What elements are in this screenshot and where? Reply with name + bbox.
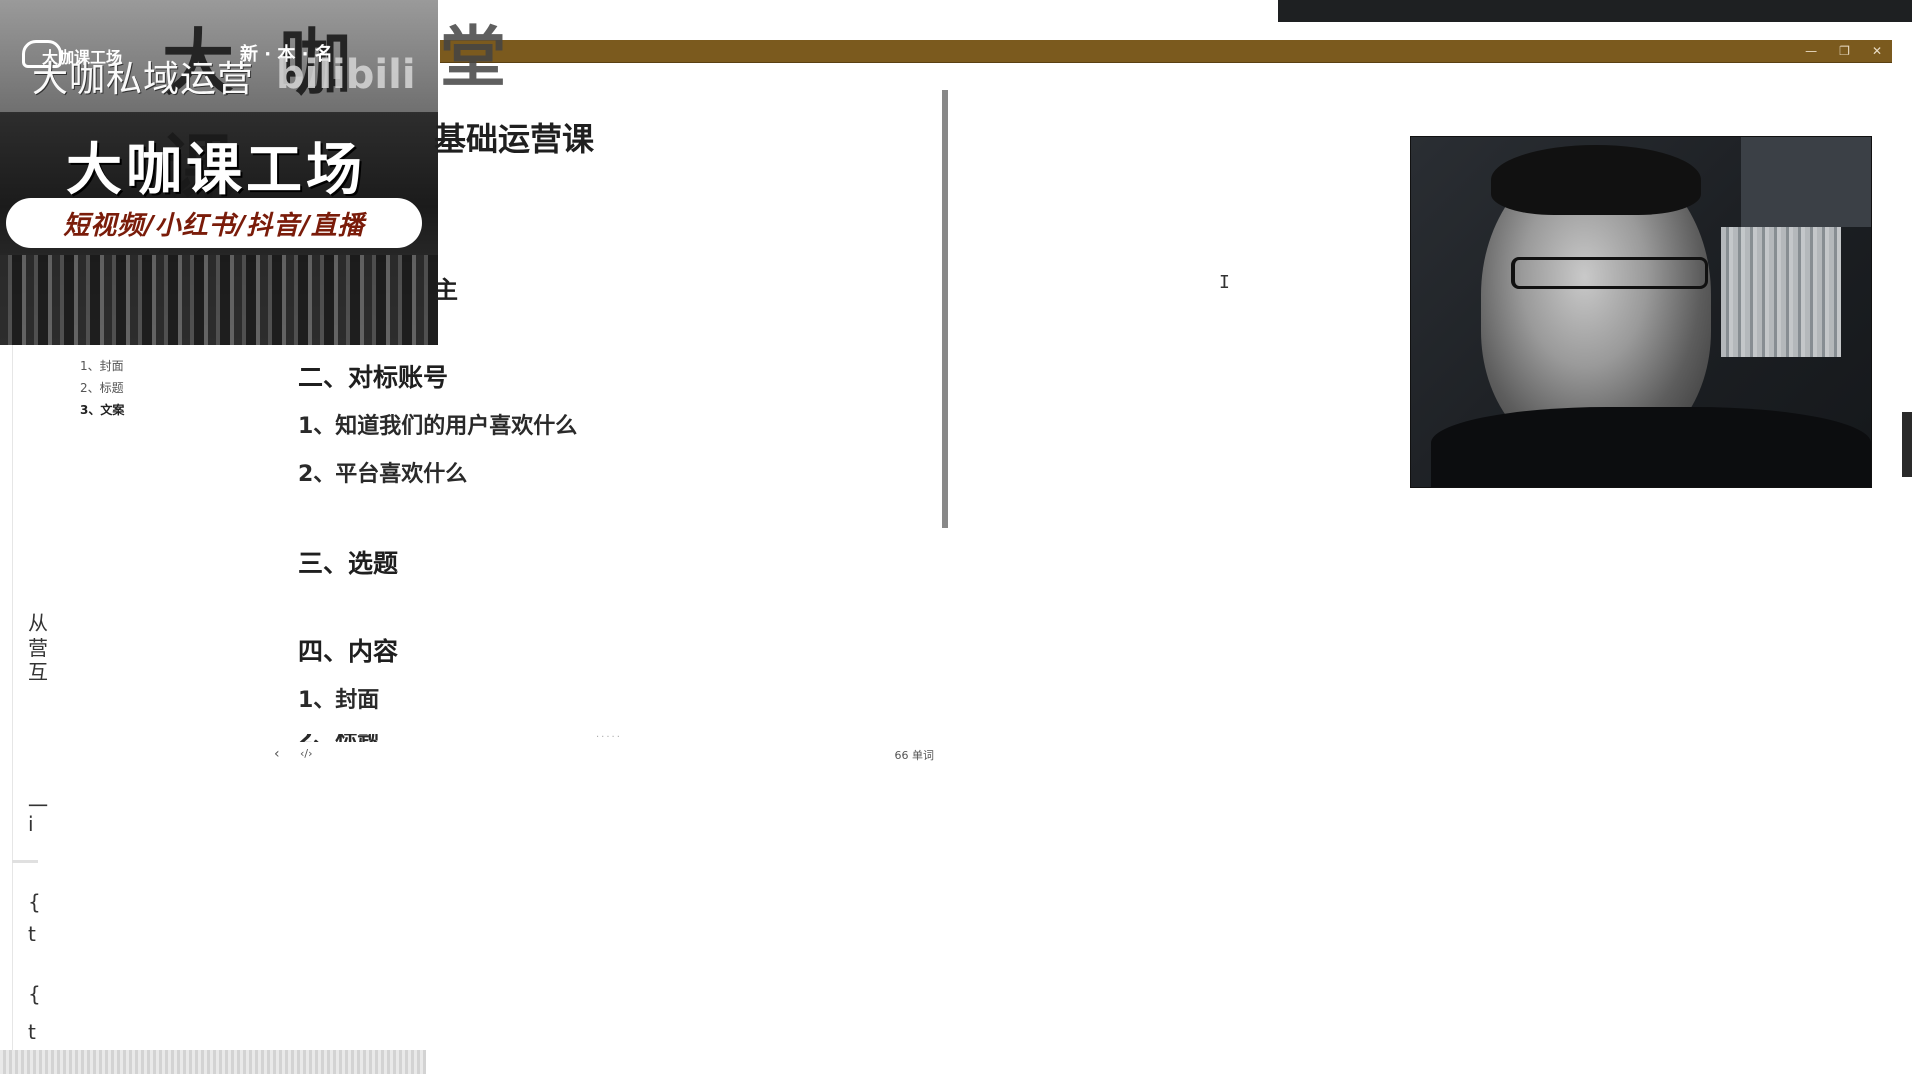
close-icon[interactable]: ✕ (1872, 40, 1882, 62)
left-fragment: 互 (28, 660, 48, 684)
brand-title: 大咖私域运营 (32, 59, 255, 100)
doc-list-item: 1、封面 (298, 688, 380, 713)
webcam-wall (1741, 137, 1871, 227)
webcam-glasses-icon (1511, 257, 1708, 289)
bilibili-logo: bilibili (276, 52, 416, 98)
doc-cut-text: 2、标题 (298, 734, 398, 742)
text-cursor-icon: I (1219, 272, 1230, 293)
top-dark-strip (1278, 0, 1912, 22)
doc-scroll-dots: ····· (596, 732, 622, 743)
doc-cut-line: 2、标题 (298, 734, 398, 742)
left-fragment: t (28, 922, 36, 946)
webcam-video (1410, 136, 1872, 488)
left-fragment: t (28, 1020, 36, 1044)
outline-item[interactable]: 2、标题 (80, 377, 124, 399)
code-icon[interactable]: ‹/› (300, 747, 313, 760)
screen: — ❐ ✕ 堂 大 咖 课 大咖课工场 大咖私域运营 新 · 本 · 名 bil… (0, 0, 1912, 1074)
left-partial-panel (12, 345, 41, 1065)
doc-title: 基础运营课 (434, 120, 595, 158)
window-controls: — ❐ ✕ (1805, 40, 1882, 62)
right-edge-scrollbar[interactable] (1902, 412, 1912, 477)
left-fragment: { (28, 890, 41, 914)
calligraphy-watermark-2: 堂 (440, 18, 506, 96)
webcam-bookshelf (1721, 227, 1841, 357)
back-arrow-icon[interactable]: ‹ (274, 746, 280, 762)
window-titlebar[interactable]: — ❐ ✕ (440, 40, 1892, 63)
outline-item[interactable]: 1、封面 (80, 355, 124, 377)
word-count: 66 单词 (894, 749, 935, 762)
doc-list-item: 2、平台喜欢什么 (298, 462, 468, 487)
doc-heading: 三、选题 (298, 549, 399, 578)
document-scrollbar[interactable] (942, 90, 948, 528)
webcam-presenter-hair (1491, 145, 1701, 215)
bottom-band (0, 1050, 426, 1074)
outline-item-active[interactable]: 3、文案 (80, 399, 124, 421)
minimize-icon[interactable]: — (1805, 40, 1817, 62)
webcam-presenter-body (1431, 407, 1871, 487)
left-divider (12, 860, 38, 863)
document-pane[interactable]: 基础运营课 主 二、对标账号 1、知道我们的用户喜欢什么 2、平台喜欢什么 三、… (298, 100, 938, 750)
doc-list-item: 1、知道我们的用户喜欢什么 (298, 414, 578, 439)
restore-icon[interactable]: ❐ (1839, 40, 1850, 62)
document-statusbar: ‹ ‹/› 66 单词 (270, 746, 940, 764)
left-fragment: i (28, 812, 34, 836)
left-fragment: { (28, 982, 41, 1006)
doc-fragment-line: 主 (434, 276, 458, 304)
document-outline: 1、封面 2、标题 3、文案 (80, 355, 124, 421)
doc-heading: 二、对标账号 (298, 363, 449, 392)
doc-heading: 四、内容 (298, 637, 399, 666)
